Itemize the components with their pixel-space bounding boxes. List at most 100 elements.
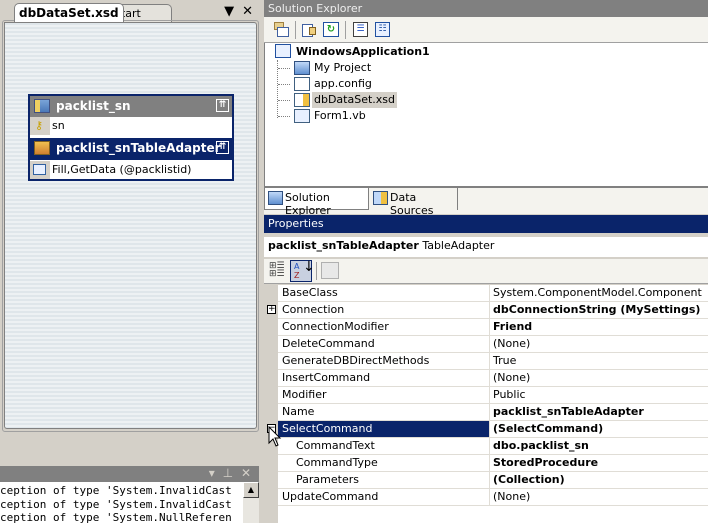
tree-node-dbdataset-xsd[interactable]: dbDataSet.xsd: [312, 92, 398, 108]
property-row-generatedbdirectmethods[interactable]: GenerateDBDirectMethods True: [278, 353, 708, 370]
tree-node-form1-vb[interactable]: Form1.vb: [312, 108, 368, 124]
tree-node-project[interactable]: WindowsApplication1: [294, 44, 432, 60]
solution-explorer-icon: [268, 191, 283, 205]
tree-node-app-config[interactable]: app.config: [312, 76, 374, 92]
tab-data-sources[interactable]: Data Sources: [370, 188, 458, 217]
property-pages-icon[interactable]: [321, 262, 339, 279]
property-name: Modifier: [278, 387, 490, 403]
property-value[interactable]: packlist_snTableAdapter: [491, 404, 708, 420]
solution-explorer-title: Solution Explorer: [264, 0, 708, 17]
property-value[interactable]: (None): [491, 489, 708, 505]
scroll-up-icon[interactable]: ▲: [243, 482, 259, 498]
property-value[interactable]: dbConnectionString (MySettings): [491, 302, 708, 318]
property-name: CommandText: [278, 438, 490, 454]
output-line: ception of type 'System.InvalidCast: [0, 484, 232, 497]
tree-node-my-project[interactable]: My Project: [312, 60, 373, 76]
property-name: ConnectionModifier: [278, 319, 490, 335]
datatable-name: packlist_sn: [56, 99, 131, 113]
refresh-icon[interactable]: ↻: [322, 21, 340, 38]
column-name: sn: [52, 119, 65, 132]
property-row-updatecommand[interactable]: UpdateCommand (None): [278, 489, 708, 506]
property-name: CommandType: [278, 455, 490, 471]
output-line: ception of type 'System.InvalidCast: [0, 497, 232, 511]
property-value[interactable]: StoredProcedure: [491, 455, 708, 471]
expand-icon[interactable]: +: [267, 305, 276, 314]
output-text[interactable]: ception of type 'System.InvalidCast cepti…: [0, 482, 243, 523]
property-row-insertcommand[interactable]: InsertCommand (None): [278, 370, 708, 387]
dataset-designer-canvas[interactable]: [4, 22, 257, 429]
property-name: BaseClass: [278, 285, 490, 301]
tab-dbdataset-xsd[interactable]: dbDataSet.xsd: [14, 3, 124, 22]
object-type: TableAdapter: [422, 239, 495, 252]
property-name: Name: [278, 404, 490, 420]
output-scrollbar[interactable]: ▲: [243, 482, 259, 523]
property-row-connectionmodifier[interactable]: ConnectionModifier Friend: [278, 319, 708, 336]
property-row-commandtype[interactable]: CommandType StoredProcedure: [278, 455, 708, 472]
column-row[interactable]: ⚷ sn: [30, 117, 232, 135]
collapse-icon[interactable]: ⇈: [216, 99, 229, 112]
property-row-name[interactable]: Name packlist_snTableAdapter: [278, 404, 708, 421]
datatable-widget[interactable]: packlist_sn ⇈ ⚷ sn packlist_snTableAdapt…: [28, 94, 234, 181]
alphabetical-icon[interactable]: A Z ↓: [290, 260, 315, 282]
form-file-icon: [294, 109, 310, 123]
properties-icon[interactable]: [272, 21, 290, 38]
property-grid-gutter: [264, 285, 278, 523]
tool-window-tabs: Solution Explorer Data Sources: [264, 186, 708, 217]
property-name: Parameters: [278, 472, 490, 488]
show-all-files-icon[interactable]: [300, 21, 318, 38]
property-value[interactable]: Public: [491, 387, 708, 403]
tab-label: Data Sources: [390, 191, 434, 217]
output-controls: ▾ ⊥ ✕: [209, 466, 251, 480]
property-value[interactable]: (SelectCommand): [491, 421, 708, 437]
property-row-modifier[interactable]: Modifier Public: [278, 387, 708, 404]
properties-toolbar: ⊞☰ ⊞☰ A Z ↓: [264, 259, 708, 284]
property-value[interactable]: (None): [491, 370, 708, 386]
property-name: InsertCommand: [278, 370, 490, 386]
property-row-parameters[interactable]: Parameters (Collection): [278, 472, 708, 489]
object-name: packlist_snTableAdapter: [268, 239, 419, 252]
property-name: UpdateCommand: [278, 489, 490, 505]
property-value[interactable]: dbo.packlist_sn: [491, 438, 708, 454]
collapse-icon[interactable]: ⇈: [216, 141, 229, 154]
property-value[interactable]: Friend: [491, 319, 708, 335]
query-row[interactable]: Fill,GetData (@packlistid): [30, 161, 232, 179]
property-row-commandtext[interactable]: CommandText dbo.packlist_sn: [278, 438, 708, 455]
window-list-icon[interactable]: ▼: [224, 4, 234, 19]
project-icon: [275, 44, 291, 58]
property-name: DeleteCommand: [278, 336, 490, 352]
property-value[interactable]: (Collection): [491, 472, 708, 488]
query-name: Fill,GetData (@packlistid): [52, 163, 192, 176]
property-row-deletecommand[interactable]: DeleteCommand (None): [278, 336, 708, 353]
property-row-connection[interactable]: + Connection dbConnectionString (MySetting…: [267, 302, 708, 319]
output-line: ception of type 'System.NullReferen: [0, 511, 232, 523]
key-icon: ⚷: [30, 117, 50, 135]
property-row-selectcommand[interactable]: − SelectCommand (SelectCommand): [267, 421, 708, 438]
data-sources-icon: [373, 191, 388, 205]
property-value[interactable]: System.ComponentModel.Component: [491, 285, 708, 301]
dropdown-icon[interactable]: ▾: [209, 466, 215, 480]
document-tab-strip: dbDataSet.xsd Start Page ▼✕: [0, 0, 265, 33]
xsd-file-icon: [294, 93, 310, 107]
property-value[interactable]: (None): [491, 336, 708, 352]
tab-solution-explorer[interactable]: Solution Explorer: [264, 188, 369, 217]
config-file-icon: [294, 77, 310, 91]
properties-title: Properties: [264, 215, 708, 233]
pin-icon[interactable]: ⊥: [223, 466, 233, 480]
datatable-icon: [34, 99, 50, 113]
my-project-icon: [294, 61, 310, 75]
view-code-icon[interactable]: ☰: [352, 21, 370, 38]
property-value[interactable]: True: [491, 353, 708, 369]
object-selector[interactable]: packlist_snTableAdapter TableAdapter: [264, 237, 708, 257]
categorized-icon[interactable]: ⊞☰ ⊞☰: [269, 262, 287, 279]
output-window-header: ▾ ⊥ ✕: [0, 466, 259, 482]
view-designer-icon[interactable]: ☷: [374, 21, 392, 38]
property-name: SelectCommand: [278, 421, 490, 437]
close-icon[interactable]: ✕: [241, 466, 251, 480]
tableadapter-header[interactable]: packlist_snTableAdapter ⇈: [30, 138, 232, 160]
mouse-cursor-icon: [268, 426, 282, 447]
property-row-baseclass[interactable]: BaseClass System.ComponentModel.Component: [278, 285, 708, 302]
close-icon[interactable]: ✕: [242, 4, 253, 19]
tab-label: Solution Explorer: [285, 191, 331, 217]
tableadapter-icon: [34, 141, 50, 155]
datatable-header[interactable]: packlist_sn ⇈: [30, 96, 232, 117]
